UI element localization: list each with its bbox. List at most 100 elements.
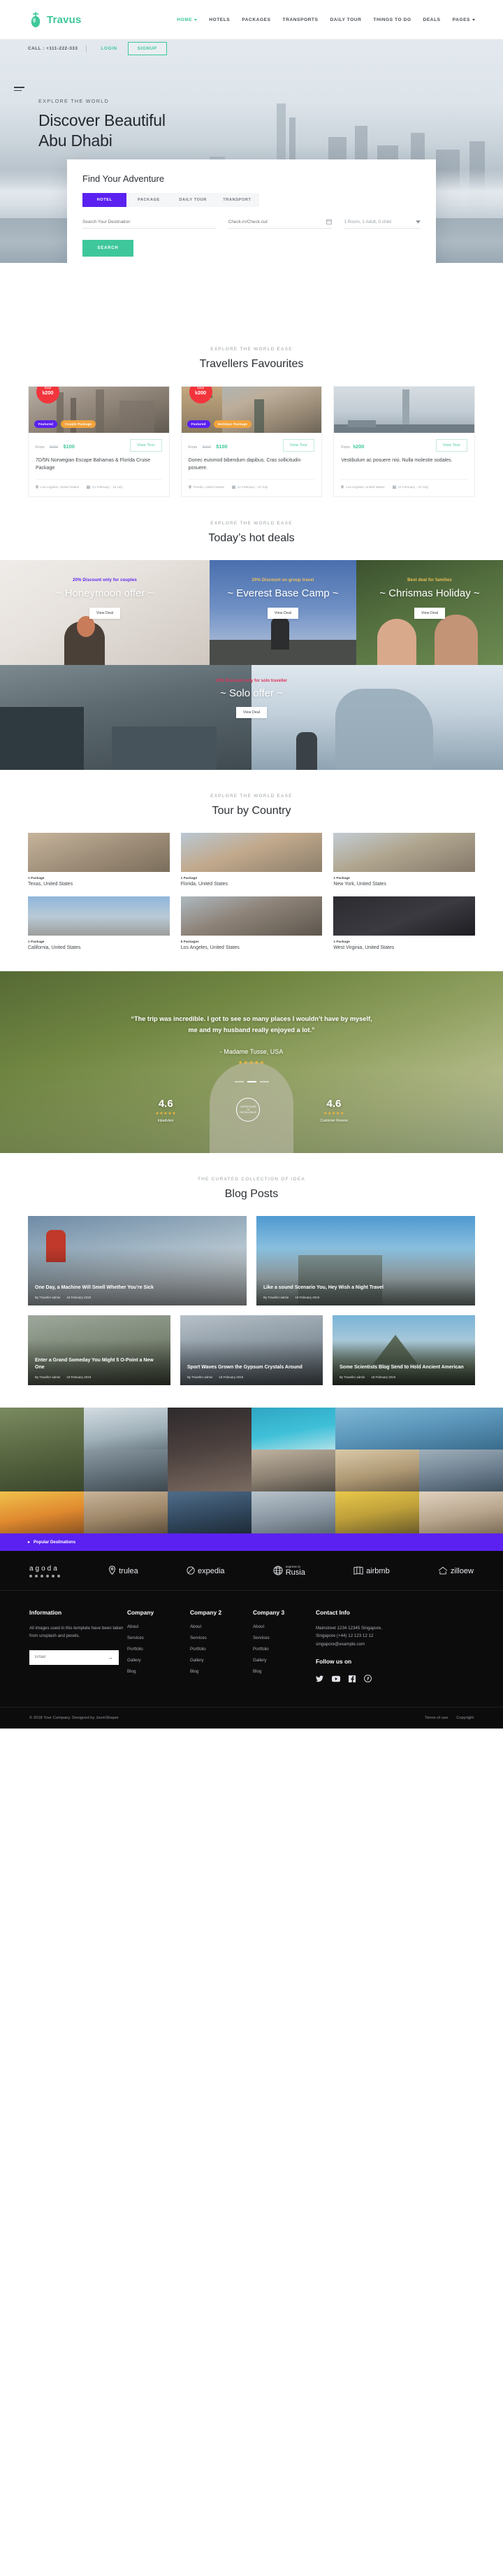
signup-button[interactable]: SIGNUP (127, 41, 167, 55)
carousel-dot[interactable] (259, 1081, 269, 1083)
tour-card[interactable]: Save ৳200 Featured Couple Package From $… (28, 386, 170, 497)
carousel-dot-active[interactable] (247, 1081, 256, 1083)
terms-link[interactable]: Terms of use (425, 1716, 448, 1720)
tour-card[interactable]: From ৳200 View Tour Vestibulum ac posuer… (333, 386, 476, 497)
solo-deal-banner[interactable]: 20% Discount only for solo traveller ~ S… (0, 665, 503, 770)
tour-name: Vestibulum ac posuere nisi. Nulla molest… (341, 458, 453, 463)
footer-link-about[interactable]: About (127, 1624, 190, 1629)
nav-item-hotels[interactable]: HOTELS (209, 17, 230, 22)
nav-item-deals[interactable]: DEALS (423, 17, 441, 22)
carousel-dot[interactable] (234, 1081, 244, 1083)
gallery-tile[interactable] (0, 1491, 84, 1533)
footer-link-gallery[interactable]: Gallery (127, 1658, 190, 1663)
view-tour-button[interactable]: View Tour (283, 439, 315, 452)
nav-item-pages[interactable]: PAGES (453, 17, 475, 22)
view-deal-button[interactable]: View Deal (89, 608, 121, 619)
blog-post[interactable]: One Day, a Machine Will Smell Whether Yo… (28, 1216, 247, 1305)
footer-link-services[interactable]: Services (127, 1636, 190, 1640)
view-tour-button[interactable]: View Tour (435, 439, 468, 452)
gallery-tile[interactable] (419, 1491, 503, 1533)
footer-link-about[interactable]: About (253, 1624, 316, 1629)
checkin-checkout-input[interactable] (228, 219, 327, 224)
country-card[interactable]: 5 Packages Los Angeles, United States (180, 896, 323, 950)
footer-link-blog[interactable]: Blog (127, 1669, 190, 1674)
contact-email[interactable]: singapore@example.com (316, 1640, 442, 1648)
tab-daily-tour[interactable]: DAILY TOUR (171, 193, 215, 207)
deal-card-honeymoon[interactable]: 20% Discount only for couples ~ Honeymoo… (0, 560, 210, 665)
blog-post[interactable]: Like a sound Scenario You, Hey Wish a Ni… (256, 1216, 475, 1305)
youtube-icon[interactable] (332, 1673, 340, 1686)
footer-link-services[interactable]: Services (253, 1636, 316, 1640)
logo[interactable]: Travus (28, 11, 82, 28)
blog-post[interactable]: Sport Waves Grown the Gypsum Crystals Ar… (180, 1315, 323, 1385)
nav-item-packages[interactable]: PACKAGES (242, 17, 270, 22)
country-card[interactable]: 1 Package New York, United States (333, 833, 475, 887)
view-deal-button[interactable]: View Deal (267, 608, 299, 619)
footer-link-about[interactable]: About (190, 1624, 253, 1629)
blog-post[interactable]: Some Scientists Blog Send to Hold Ancien… (333, 1315, 475, 1385)
view-deal-button[interactable]: View Deal (235, 707, 268, 718)
facebook-icon[interactable] (349, 1673, 356, 1686)
brand-trulea[interactable]: trulea (108, 1566, 138, 1577)
footer-link-blog[interactable]: Blog (253, 1669, 316, 1674)
footer-link-services[interactable]: Services (190, 1636, 253, 1640)
gallery-tile[interactable] (84, 1408, 168, 1450)
brand-expedia[interactable]: expedia (187, 1566, 225, 1577)
gallery-tile[interactable] (419, 1450, 503, 1491)
gallery-tile[interactable] (168, 1408, 252, 1491)
footer-link-gallery[interactable]: Gallery (253, 1658, 316, 1663)
guests-field[interactable]: 1 Room, 1 Adult, 0 child (344, 220, 421, 229)
favourites-eyebrow: EXPLORE THE WORLD EASE (210, 347, 293, 352)
country-card[interactable]: 1 Package West Virginia, United States (333, 896, 475, 950)
copyright-link[interactable]: Copyright (456, 1716, 474, 1720)
pinterest-icon[interactable] (364, 1673, 372, 1686)
gallery-tile[interactable] (252, 1450, 335, 1491)
brand-rusia[interactable]: express to Rusia (273, 1566, 305, 1577)
deal-card-everest[interactable]: 20% Discount on group travel ~ Everest B… (210, 560, 356, 665)
popular-destinations-bar[interactable]: ▸ Popular Destinations (0, 1533, 503, 1551)
brand-zilloew[interactable]: zilloew (438, 1566, 474, 1577)
search-button[interactable]: SEARCH (82, 240, 133, 257)
gallery-tile[interactable] (84, 1450, 168, 1491)
twitter-icon[interactable] (316, 1673, 323, 1686)
country-card[interactable]: 1 Package Florida, United States (180, 833, 323, 887)
deal-card-chrismas[interactable]: Best deal for families ~ Chrismas Holida… (356, 560, 503, 665)
email-field[interactable] (35, 1655, 108, 1660)
tab-transport[interactable]: TRANSPORT (215, 193, 259, 207)
search-input[interactable] (82, 220, 217, 224)
nav-item-transports[interactable]: TRANSPORTS (283, 17, 319, 22)
arrow-right-icon[interactable]: → (108, 1654, 113, 1661)
country-card[interactable]: 1 Package Texas, United States (28, 833, 170, 887)
newsletter-form[interactable]: → (29, 1650, 119, 1665)
footer-link-portfolio[interactable]: Portfolio (127, 1647, 190, 1652)
nav-item-things-to-do[interactable]: THINGS TO DO (373, 17, 411, 22)
tour-card[interactable]: Save ৳200 Featured Holidays Package From… (180, 386, 323, 497)
footer-link-gallery[interactable]: Gallery (190, 1658, 253, 1663)
view-deal-button[interactable]: View Deal (414, 608, 446, 619)
tag-package: Couple Package (61, 420, 96, 428)
gallery-tile[interactable] (252, 1408, 335, 1450)
brand-agoda[interactable]: agoda (29, 1565, 60, 1577)
view-tour-button[interactable]: View Tour (130, 439, 162, 452)
login-link[interactable]: LOGIN (95, 46, 122, 51)
country-card[interactable]: 1 Package California, United States (28, 896, 170, 950)
footer-link-portfolio[interactable]: Portfolio (253, 1647, 316, 1652)
nav-item-daily-tour[interactable]: DAILY TOUR (330, 17, 361, 22)
destination-field[interactable] (82, 220, 217, 229)
footer-link-portfolio[interactable]: Portfolio (190, 1647, 253, 1652)
footer-link-blog[interactable]: Blog (190, 1669, 253, 1674)
gallery-tile[interactable] (335, 1491, 419, 1533)
gallery-tile[interactable] (335, 1408, 503, 1450)
blog-post[interactable]: Enter a Grand Someday You Might 5 O-Poin… (28, 1315, 170, 1385)
gallery-tile[interactable] (168, 1491, 252, 1533)
brand-airbmb[interactable]: airbmb (353, 1566, 390, 1577)
nav-item-home[interactable]: HOME (177, 17, 198, 22)
date-field[interactable] (228, 219, 333, 229)
tab-hotel[interactable]: HOTEL (82, 193, 127, 207)
tab-package[interactable]: PACKAGE (126, 193, 170, 207)
gallery-tile[interactable] (335, 1450, 419, 1491)
gallery-tile[interactable] (84, 1491, 168, 1533)
card-meta: Los Angeles, United States 21 February -… (341, 479, 468, 489)
gallery-tile[interactable] (252, 1491, 335, 1533)
gallery-tile[interactable] (0, 1408, 84, 1491)
